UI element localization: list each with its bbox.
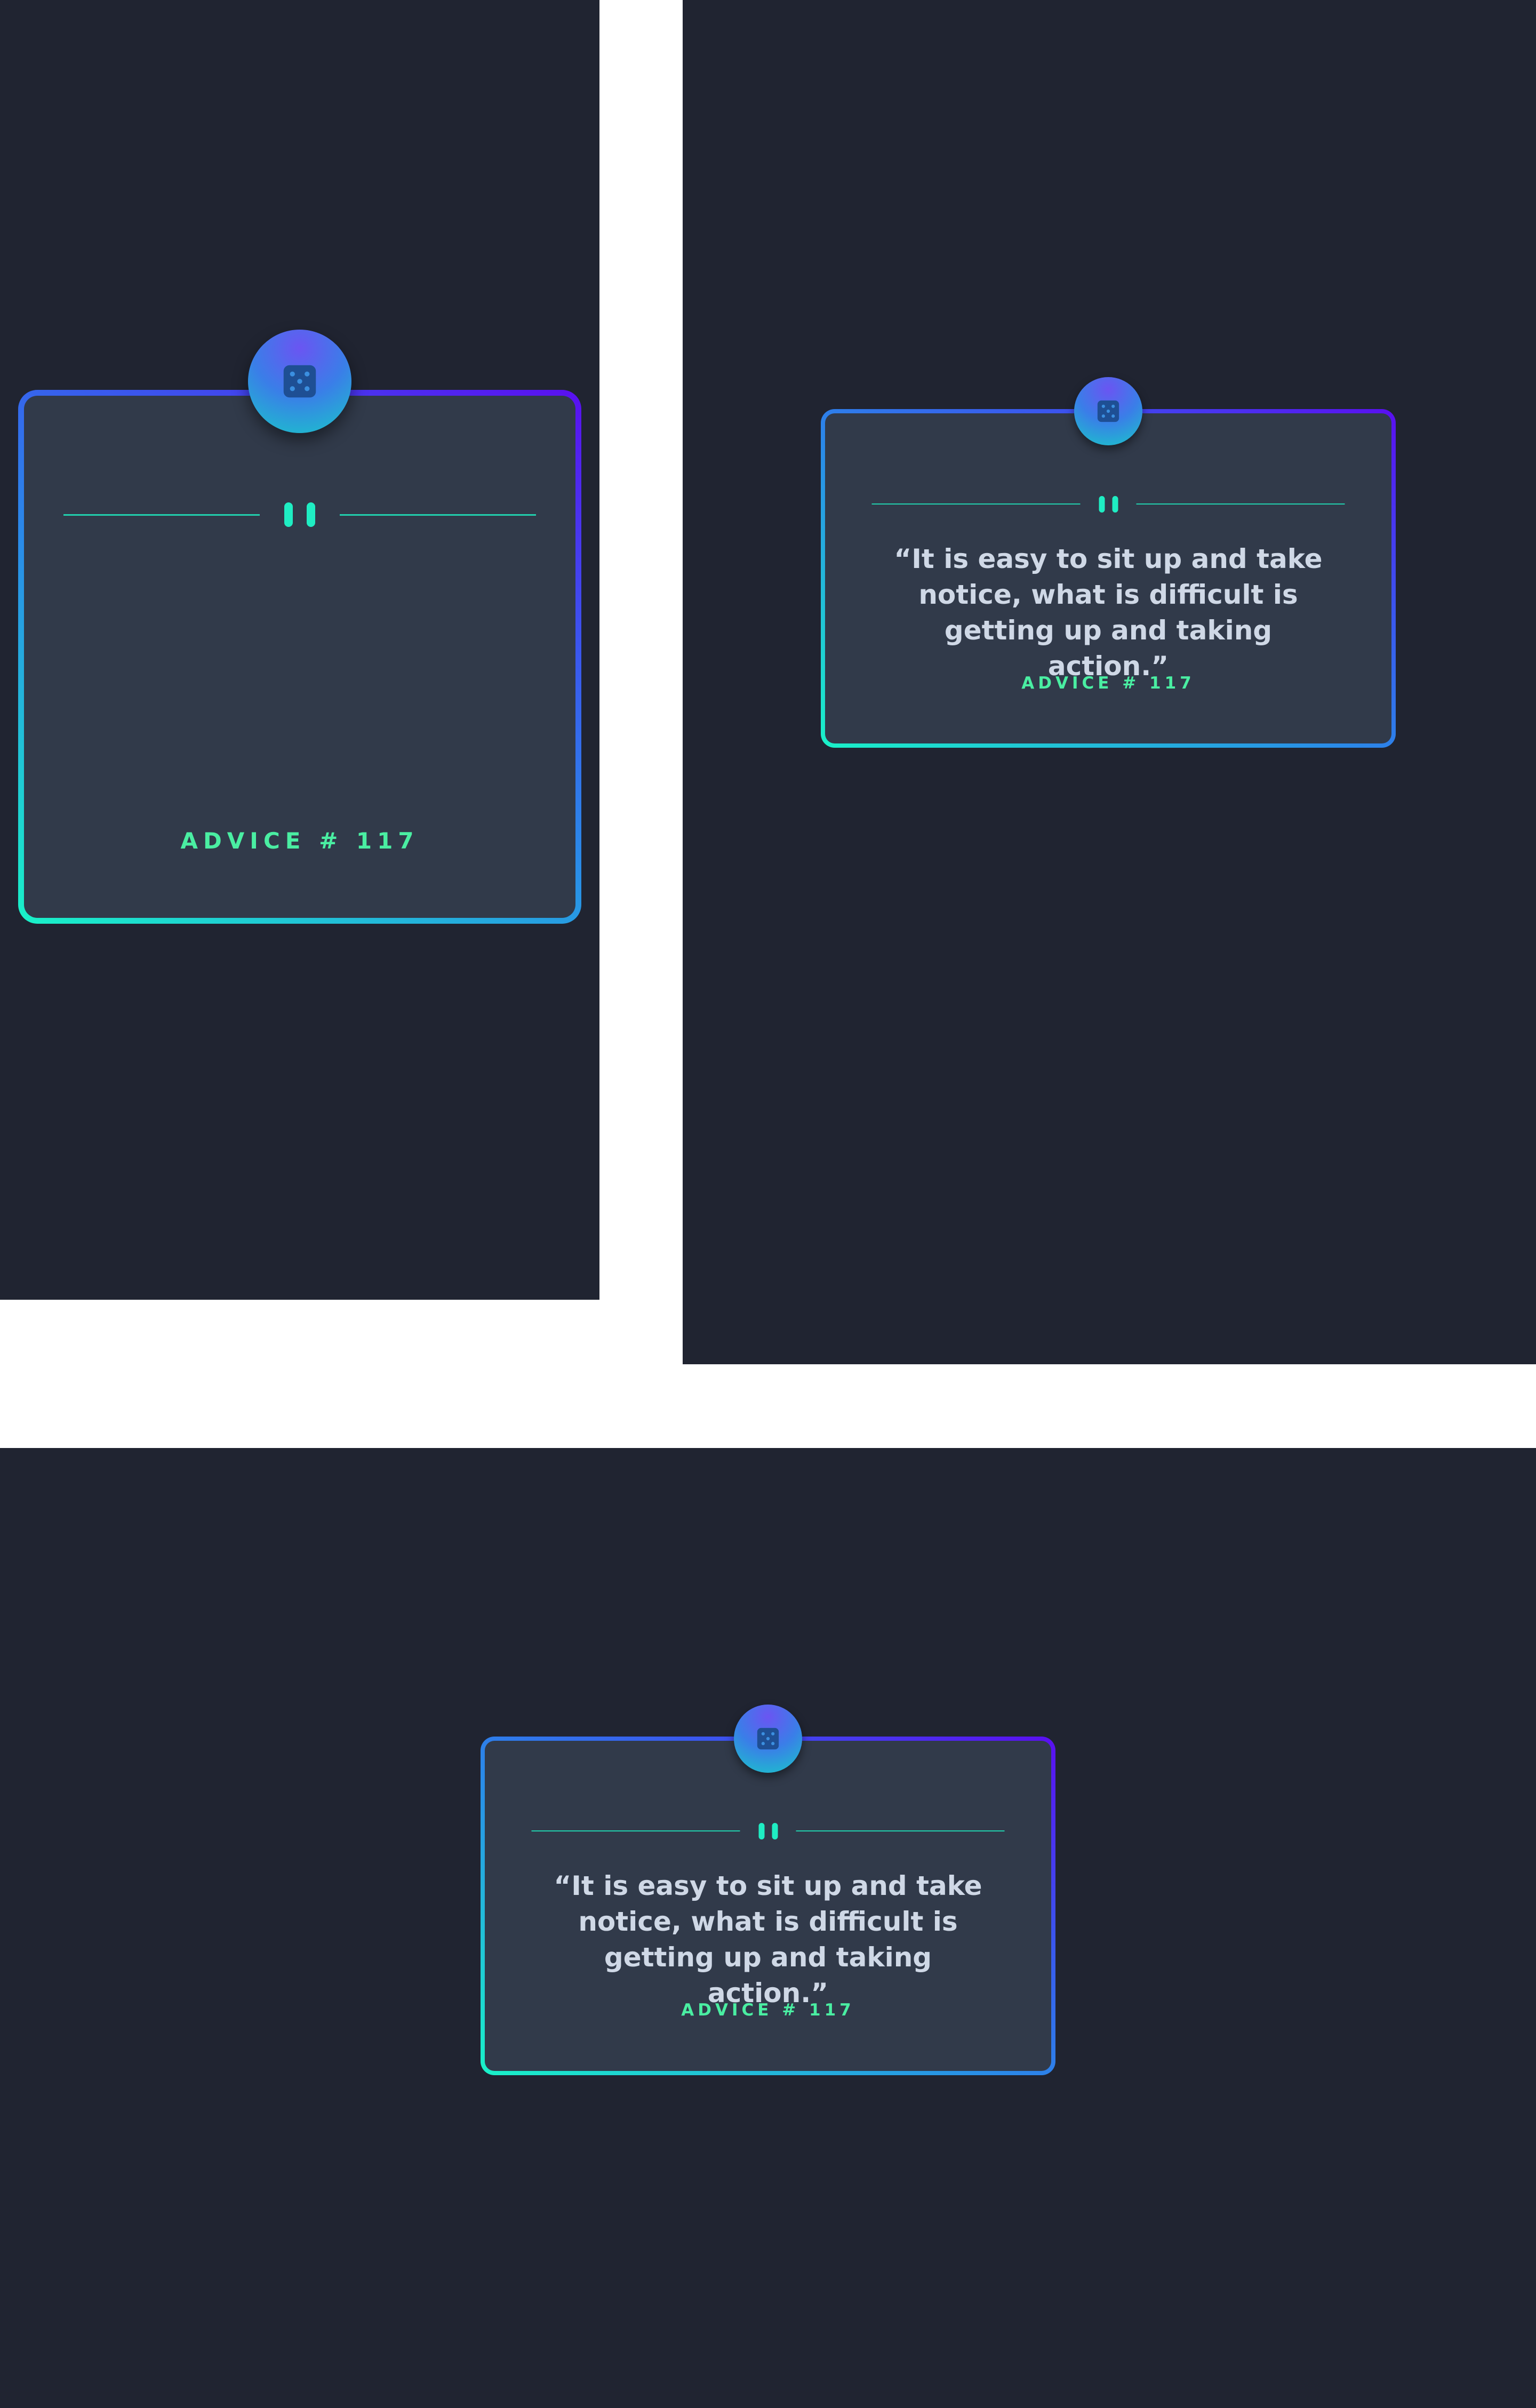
- advice-card-body: ADVICE # 117: [24, 330, 575, 918]
- divider-line-left: [63, 514, 260, 516]
- advice-card: “It is easy to sit up and take notice, w…: [481, 1705, 1055, 2075]
- advice-card-body: “It is easy to sit up and take notice, w…: [485, 1705, 1051, 2071]
- advice-id: ADVICE # 117: [681, 2001, 855, 2020]
- advice-card: ADVICE # 117: [18, 330, 581, 924]
- tablet-view-panel: “It is easy to sit up and take notice, w…: [683, 0, 1536, 1364]
- pause-icon: [1099, 495, 1118, 513]
- pattern-divider: [63, 500, 536, 530]
- divider-line-right: [796, 1830, 1005, 1831]
- mobile-view-panel: ADVICE # 117: [0, 0, 599, 1300]
- divider-line-left: [871, 503, 1081, 505]
- pause-icon: [284, 502, 315, 527]
- dice-button[interactable]: [1074, 377, 1142, 445]
- divider-line-right: [340, 514, 536, 516]
- dice-five-icon: [757, 1727, 779, 1750]
- advice-card: “It is easy to sit up and take notice, w…: [821, 377, 1396, 748]
- pattern-divider: [871, 494, 1345, 514]
- advice-card-body: “It is easy to sit up and take notice, w…: [825, 377, 1391, 743]
- divider-line-right: [1136, 503, 1345, 505]
- dice-button[interactable]: [248, 330, 351, 433]
- dice-five-icon: [283, 365, 316, 398]
- divider-line-left: [531, 1830, 740, 1831]
- advice-id: ADVICE # 117: [180, 828, 419, 854]
- advice-quote: “It is easy to sit up and take notice, w…: [554, 1870, 982, 2009]
- advice-id: ADVICE # 117: [1021, 674, 1195, 693]
- advice-quote: “It is easy to sit up and take notice, w…: [894, 543, 1323, 682]
- pause-icon: [758, 1822, 778, 1839]
- dice-five-icon: [1097, 400, 1119, 422]
- pattern-divider: [531, 1821, 1005, 1841]
- desktop-view-panel: “It is easy to sit up and take notice, w…: [0, 1448, 1536, 2408]
- dice-button[interactable]: [734, 1705, 802, 1773]
